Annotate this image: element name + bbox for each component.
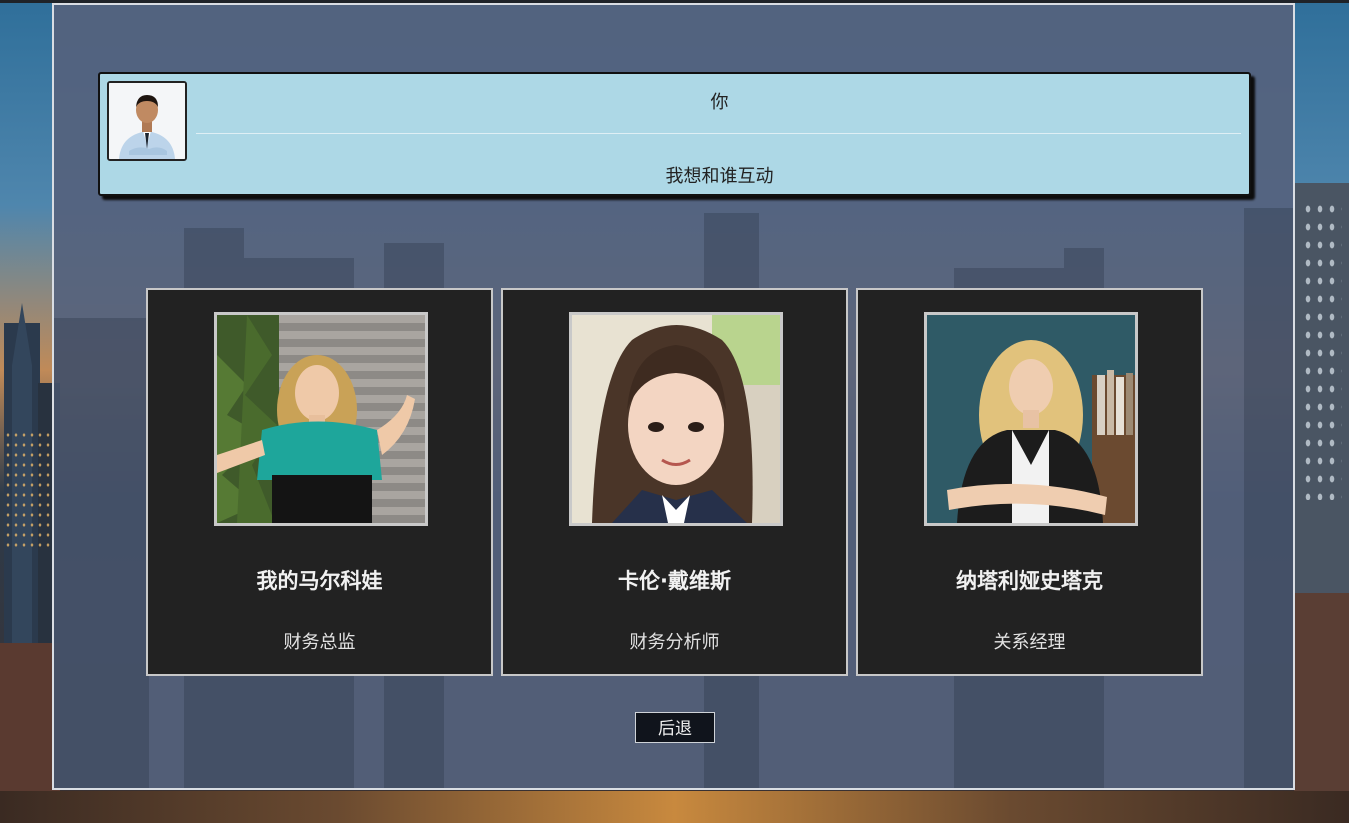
character-card[interactable]: 卡伦·戴维斯 财务分析师 (501, 288, 848, 676)
interaction-prompt: 我想和谁互动 (665, 166, 774, 187)
character-card[interactable]: 我的马尔科娃 财务总监 (146, 288, 493, 676)
player-avatar (107, 81, 187, 161)
character-role: 关系经理 (993, 632, 1066, 653)
background-street (0, 791, 1349, 823)
character-name: 卡伦·戴维斯 (618, 569, 731, 593)
character-portrait-image (572, 315, 780, 523)
character-portrait-image (217, 315, 425, 523)
character-photo (924, 312, 1138, 526)
character-role: 财务总监 (283, 632, 356, 653)
character-card[interactable]: 纳塔利娅史塔克 关系经理 (856, 288, 1203, 676)
character-name: 我的马尔科娃 (256, 569, 383, 593)
character-card-list: 我的马尔科娃 财务总监 卡伦·戴维斯 财务分析师 纳塔利娅史塔克 关系经理 (146, 288, 1206, 678)
player-portrait-image (109, 83, 185, 159)
back-button[interactable]: 后退 (635, 712, 715, 743)
character-role: 财务分析师 (629, 632, 720, 653)
character-photo (214, 312, 428, 526)
character-portrait-image (927, 315, 1135, 523)
player-header: 你 我想和谁互动 (98, 72, 1251, 196)
character-name: 纳塔利娅史塔克 (956, 569, 1103, 593)
background-city-right (1294, 0, 1349, 823)
character-photo (569, 312, 783, 526)
player-name: 你 (710, 92, 729, 113)
selection-panel: 你 我想和谁互动 我的马尔科娃 财务总监 卡伦·戴维斯 财务分析师 纳塔利娅史塔… (52, 3, 1295, 790)
background-city-left (0, 0, 60, 823)
header-divider (196, 133, 1241, 134)
